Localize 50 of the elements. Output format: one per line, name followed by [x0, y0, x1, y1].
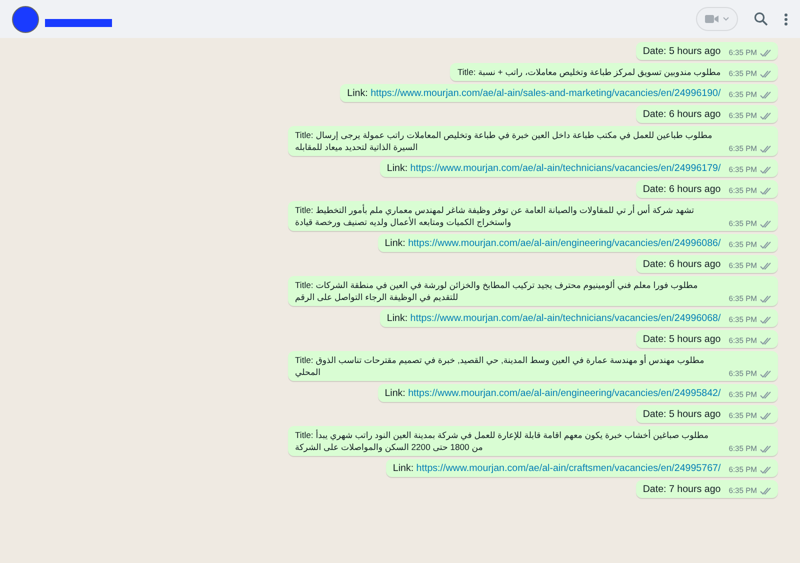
search-icon[interactable] [754, 12, 768, 26]
message-link[interactable]: https://www.mourjan.com/ae/al-ain/technicians/vacancies/en/24996068/ [410, 312, 721, 324]
message-text: Title: تشهد شركة أس أر تي للمقاولات والصيانة العامة عن توفر وظيفة شاغر لمهندس معماري ملم بأمور التخطيط واستخراج الكميات ومتابعه الأعمال ولديه تصنيف ورخصة قيادة [295, 204, 696, 228]
video-camera-icon [705, 14, 719, 24]
message-text: Date: 6 hours ago [642, 182, 721, 196]
double-check-icon [760, 486, 771, 494]
double-check-icon [760, 166, 771, 174]
double-check-icon [760, 112, 771, 120]
message-text: Link: https://www.mourjan.com/ae/al-ain/engineering/vacancies/en/24996086/ [384, 236, 721, 250]
double-check-icon [760, 186, 771, 194]
message-text: Date: 6 hours ago [642, 258, 721, 270]
message-text: Date: 5 hours ago [642, 45, 721, 58]
double-check-icon [760, 240, 771, 248]
message-text: Link: https://www.mourjan.com/ae/al-ain/craftsmen/vacancies/en/24995767/ [392, 462, 721, 474]
message-text: Link: https://www.mourjan.com/ae/al-ain/engineering/vacancies/en/24995842/ [384, 386, 721, 400]
caret-icon [723, 17, 729, 21]
message-link[interactable]: https://www.mourjan.com/ae/al-ain/sales-and-marketing/vacancies/en/24996190/ [370, 88, 721, 98]
double-check-icon [760, 49, 771, 57]
double-check-icon [760, 90, 771, 98]
double-check-icon [760, 262, 771, 270]
double-check-icon [760, 390, 771, 398]
avatar-circle[interactable] [12, 6, 39, 32]
menu-icon[interactable] [784, 12, 788, 26]
message-text: Title: مطلوب مندوبين تسويق لمركز طباعة وتخليص معاملات، راتب + نسبة [457, 66, 721, 78]
double-check-icon [760, 336, 771, 344]
message-text: Date: 6 hours ago [642, 108, 721, 120]
double-check-icon [760, 70, 771, 78]
message-link[interactable]: https://www.mourjan.com/ae/al-ain/technicians/vacancies/en/24996179/ [410, 162, 721, 174]
double-check-icon [760, 144, 771, 152]
message-link[interactable]: https://www.mourjan.com/ae/al-ain/craftsmen/vacancies/en/24995767/ [416, 462, 721, 474]
message-text: Date: 7 hours ago [642, 482, 721, 496]
message-link[interactable]: https://www.mourjan.com/ae/al-ain/engineering/vacancies/en/24996086/ [408, 238, 721, 248]
message-text: Title: مطلوب طباعين للعمل في مكتب طباعة داخل العين خبرة في طباعة وتخليص المعاملات راتب عمولة يرجى إرسال السيرة الذاتية لتحديد ميعاد للمقابله [295, 128, 714, 154]
message-text: Title: مطلوب صباغين أخشاب خبرة يكون معهم اقامة قابلة للإعارة للعمل في شركة بمدينة العين النود راتب شهري يبدأ من 1800 حتى 2200 السكن والمواصلات على الشركة [295, 428, 710, 454]
double-check-icon [760, 370, 771, 378]
message-text: Date: 5 hours ago [642, 332, 721, 346]
double-check-icon [760, 294, 771, 302]
message-text: Date: 5 hours ago [642, 408, 721, 420]
message-text: Link: https://www.mourjan.com/ae/al-ain/technicians/vacancies/en/24996179/ [386, 162, 721, 174]
message-text: Link: https://www.mourjan.com/ae/al-ain/sales-and-marketing/vacancies/en/24996190/ [347, 86, 721, 100]
double-check-icon [760, 316, 771, 324]
double-check-icon [760, 466, 771, 474]
double-check-icon [760, 412, 771, 420]
message-text: Link: https://www.mourjan.com/ae/al-ain/technicians/vacancies/en/24996068/ [386, 312, 721, 324]
message-text: Title: مطلوب فورا معلم فني ألومينيوم محترف يجيد تركيب المطابخ والخزائن لورشة في العين في منطقة الشركات للتقديم في الوظيفة الرجاء التواصل على الرقم [295, 278, 699, 304]
message-link[interactable]: https://www.mourjan.com/ae/al-ain/engineering/vacancies/en/24995842/ [408, 388, 721, 398]
double-check-icon [760, 444, 771, 452]
message-text: Title: مطلوب مهندس أو مهندسة عمارة في العين وسط المدينة, حي القصيد, خبرة في تصميم مقترحات تناسب الذوق المحلي [295, 354, 706, 378]
double-check-icon [760, 220, 771, 228]
redaction-bar [45, 19, 112, 27]
